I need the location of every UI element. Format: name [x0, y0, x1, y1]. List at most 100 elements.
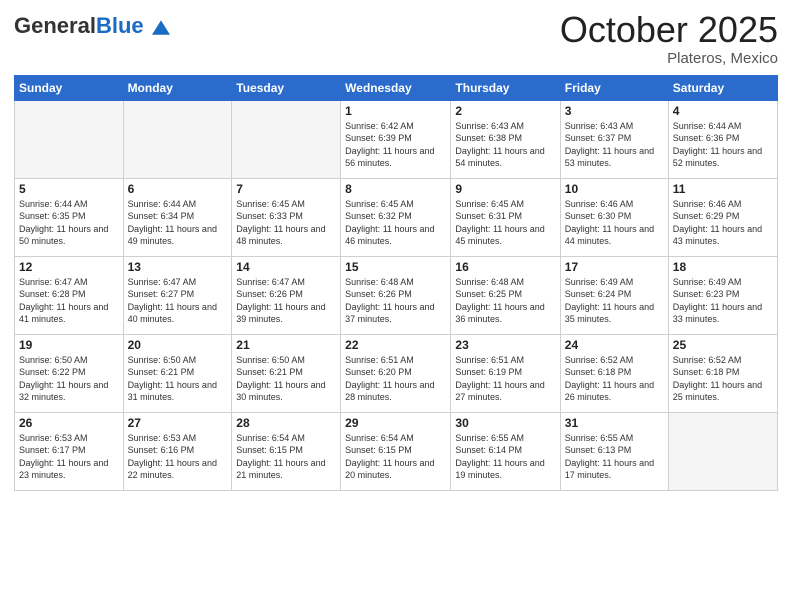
- calendar-day-cell: 16 Sunrise: 6:48 AM Sunset: 6:25 PM Dayli…: [451, 256, 560, 334]
- day-number: 11: [673, 182, 773, 196]
- calendar-day-cell: 3 Sunrise: 6:43 AM Sunset: 6:37 PM Daylig…: [560, 100, 668, 178]
- calendar-day-cell: 24 Sunrise: 6:52 AM Sunset: 6:18 PM Dayli…: [560, 334, 668, 412]
- day-info: Sunrise: 6:54 AM Sunset: 6:15 PM Dayligh…: [236, 432, 336, 482]
- calendar-day-cell: 22Sunrise: 6:51 AM Sunset: 6:20 PM Dayli…: [341, 334, 451, 412]
- calendar-day-cell: 2Sunrise: 6:43 AM Sunset: 6:38 PM Daylig…: [451, 100, 560, 178]
- day-number: 2: [455, 104, 555, 118]
- calendar-table: SundayMondayTuesdayWednesdayThursdayFrid…: [14, 75, 778, 491]
- calendar-day-cell: 29 Sunrise: 6:54 AM Sunset: 6:15 PM Dayli…: [341, 412, 451, 490]
- day-number: 23: [455, 338, 555, 352]
- day-number: 9: [455, 182, 555, 196]
- day-number: 16: [455, 260, 555, 274]
- calendar-week-row: 26Sunrise: 6:53 AM Sunset: 6:17 PM Dayli…: [15, 412, 778, 490]
- day-info: Sunrise: 6:49 AM Sunset: 6:24 PM Dayligh…: [565, 276, 664, 326]
- day-number: 30: [455, 416, 555, 430]
- calendar-day-cell: 14 Sunrise: 6:47 AM Sunset: 6:26 PM Dayli…: [232, 256, 341, 334]
- day-number: 17: [565, 260, 664, 274]
- day-number: 27: [128, 416, 228, 430]
- day-number: 14: [236, 260, 336, 274]
- day-number: 31: [565, 416, 664, 430]
- logo-blue-text: Blue: [96, 13, 144, 38]
- day-number: 28: [236, 416, 336, 430]
- day-info: Sunrise: 6:50 AM Sunset: 6:21 PM Dayligh…: [128, 354, 228, 404]
- day-info: Sunrise: 6:48 AM Sunset: 6:25 PM Dayligh…: [455, 276, 555, 326]
- calendar-day-cell: 8 Sunrise: 6:45 AM Sunset: 6:32 PM Daylig…: [341, 178, 451, 256]
- calendar-day-cell: 5 Sunrise: 6:44 AM Sunset: 6:35 PM Daylig…: [15, 178, 124, 256]
- day-number: 24: [565, 338, 664, 352]
- calendar-week-row: 1 Sunrise: 6:42 AM Sunset: 6:39 PM Daylig…: [15, 100, 778, 178]
- calendar-day-cell: 23 Sunrise: 6:51 AM Sunset: 6:19 PM Dayli…: [451, 334, 560, 412]
- calendar-day-cell: 9 Sunrise: 6:45 AM Sunset: 6:31 PM Daylig…: [451, 178, 560, 256]
- day-number: 19: [19, 338, 119, 352]
- day-info: Sunrise: 6:44 AM Sunset: 6:34 PM Dayligh…: [128, 198, 228, 248]
- calendar-week-row: 12Sunrise: 6:47 AM Sunset: 6:28 PM Dayli…: [15, 256, 778, 334]
- day-of-week-header: Friday: [560, 75, 668, 100]
- day-info: Sunrise: 6:44 AM Sunset: 6:36 PM Dayligh…: [673, 120, 773, 170]
- day-info: Sunrise: 6:52 AM Sunset: 6:18 PM Dayligh…: [565, 354, 664, 404]
- location: Plateros, Mexico: [560, 50, 778, 67]
- day-number: 15: [345, 260, 446, 274]
- calendar-day-cell: 20 Sunrise: 6:50 AM Sunset: 6:21 PM Dayli…: [123, 334, 232, 412]
- logo: GeneralBlue: [14, 14, 170, 38]
- calendar-day-cell: 11 Sunrise: 6:46 AM Sunset: 6:29 PM Dayli…: [668, 178, 777, 256]
- day-number: 4: [673, 104, 773, 118]
- day-of-week-header: Saturday: [668, 75, 777, 100]
- day-number: 13: [128, 260, 228, 274]
- day-info: Sunrise: 6:46 AM Sunset: 6:30 PM Dayligh…: [565, 198, 664, 248]
- day-number: 22: [345, 338, 446, 352]
- day-of-week-header: Monday: [123, 75, 232, 100]
- calendar-week-row: 5 Sunrise: 6:44 AM Sunset: 6:35 PM Daylig…: [15, 178, 778, 256]
- day-number: 3: [565, 104, 664, 118]
- calendar-day-cell: 10 Sunrise: 6:46 AM Sunset: 6:30 PM Dayli…: [560, 178, 668, 256]
- day-info: Sunrise: 6:51 AM Sunset: 6:19 PM Dayligh…: [455, 354, 555, 404]
- day-info: Sunrise: 6:42 AM Sunset: 6:39 PM Dayligh…: [345, 120, 446, 170]
- day-info: Sunrise: 6:49 AM Sunset: 6:23 PM Dayligh…: [673, 276, 773, 326]
- calendar-day-cell: 21 Sunrise: 6:50 AM Sunset: 6:21 PM Dayli…: [232, 334, 341, 412]
- day-info: Sunrise: 6:55 AM Sunset: 6:13 PM Dayligh…: [565, 432, 664, 482]
- day-number: 29: [345, 416, 446, 430]
- day-info: Sunrise: 6:53 AM Sunset: 6:16 PM Dayligh…: [128, 432, 228, 482]
- day-of-week-header: Sunday: [15, 75, 124, 100]
- calendar-day-cell: [15, 100, 124, 178]
- day-info: Sunrise: 6:43 AM Sunset: 6:37 PM Dayligh…: [565, 120, 664, 170]
- day-info: Sunrise: 6:52 AM Sunset: 6:18 PM Dayligh…: [673, 354, 773, 404]
- calendar-day-cell: 6 Sunrise: 6:44 AM Sunset: 6:34 PM Daylig…: [123, 178, 232, 256]
- day-info: Sunrise: 6:47 AM Sunset: 6:26 PM Dayligh…: [236, 276, 336, 326]
- day-info: Sunrise: 6:46 AM Sunset: 6:29 PM Dayligh…: [673, 198, 773, 248]
- day-of-week-header: Tuesday: [232, 75, 341, 100]
- day-number: 20: [128, 338, 228, 352]
- day-info: Sunrise: 6:45 AM Sunset: 6:31 PM Dayligh…: [455, 198, 555, 248]
- day-number: 10: [565, 182, 664, 196]
- day-info: Sunrise: 6:45 AM Sunset: 6:32 PM Dayligh…: [345, 198, 446, 248]
- month-title: October 2025: [560, 10, 778, 50]
- day-number: 8: [345, 182, 446, 196]
- day-info: Sunrise: 6:47 AM Sunset: 6:27 PM Dayligh…: [128, 276, 228, 326]
- calendar-day-cell: 26Sunrise: 6:53 AM Sunset: 6:17 PM Dayli…: [15, 412, 124, 490]
- day-info: Sunrise: 6:45 AM Sunset: 6:33 PM Dayligh…: [236, 198, 336, 248]
- calendar-day-cell: 4 Sunrise: 6:44 AM Sunset: 6:36 PM Daylig…: [668, 100, 777, 178]
- day-info: Sunrise: 6:54 AM Sunset: 6:15 PM Dayligh…: [345, 432, 446, 482]
- logo-general-text: General: [14, 13, 96, 38]
- calendar-day-cell: 31 Sunrise: 6:55 AM Sunset: 6:13 PM Dayli…: [560, 412, 668, 490]
- day-info: Sunrise: 6:48 AM Sunset: 6:26 PM Dayligh…: [345, 276, 446, 326]
- logo-icon: [152, 18, 170, 36]
- calendar-day-cell: 13 Sunrise: 6:47 AM Sunset: 6:27 PM Dayli…: [123, 256, 232, 334]
- day-number: 6: [128, 182, 228, 196]
- calendar-day-cell: 30Sunrise: 6:55 AM Sunset: 6:14 PM Dayli…: [451, 412, 560, 490]
- day-number: 1: [345, 104, 446, 118]
- calendar-day-cell: 25 Sunrise: 6:52 AM Sunset: 6:18 PM Dayli…: [668, 334, 777, 412]
- day-number: 25: [673, 338, 773, 352]
- day-number: 21: [236, 338, 336, 352]
- day-of-week-header: Thursday: [451, 75, 560, 100]
- day-info: Sunrise: 6:50 AM Sunset: 6:21 PM Dayligh…: [236, 354, 336, 404]
- calendar-day-cell: 19Sunrise: 6:50 AM Sunset: 6:22 PM Dayli…: [15, 334, 124, 412]
- calendar-week-row: 19Sunrise: 6:50 AM Sunset: 6:22 PM Dayli…: [15, 334, 778, 412]
- header: GeneralBlue October 2025 Plateros, Mexic…: [14, 10, 778, 67]
- calendar-day-cell: 1 Sunrise: 6:42 AM Sunset: 6:39 PM Daylig…: [341, 100, 451, 178]
- calendar-header-row: SundayMondayTuesdayWednesdayThursdayFrid…: [15, 75, 778, 100]
- day-number: 5: [19, 182, 119, 196]
- calendar-day-cell: [123, 100, 232, 178]
- day-info: Sunrise: 6:44 AM Sunset: 6:35 PM Dayligh…: [19, 198, 119, 248]
- title-block: October 2025 Plateros, Mexico: [560, 10, 778, 67]
- calendar-day-cell: 28 Sunrise: 6:54 AM Sunset: 6:15 PM Dayli…: [232, 412, 341, 490]
